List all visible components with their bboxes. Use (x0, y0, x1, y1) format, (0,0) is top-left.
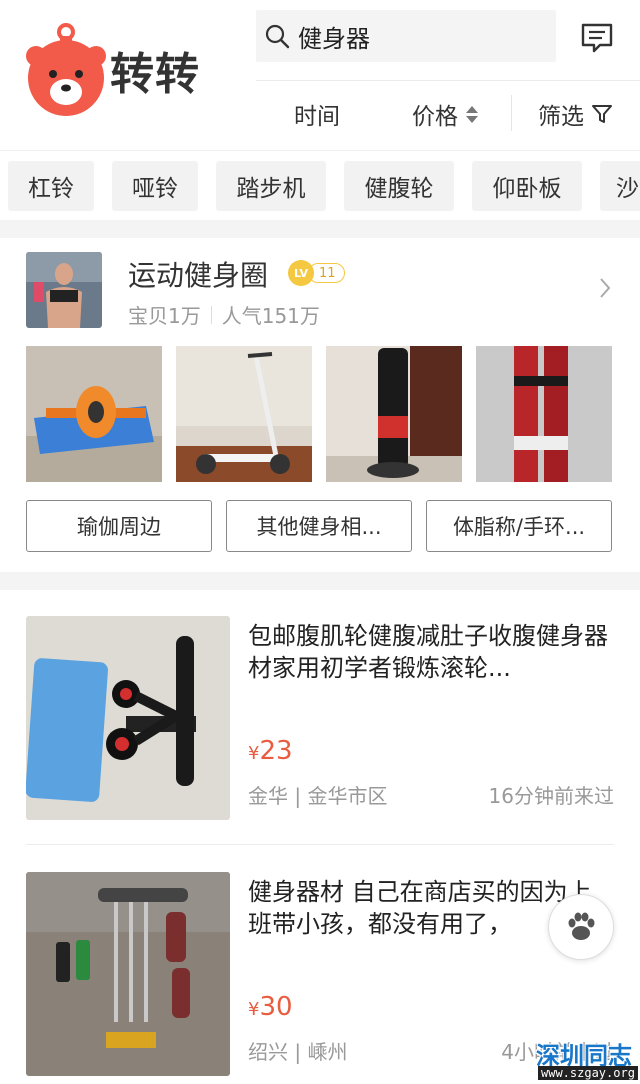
bear-logo-icon (26, 23, 106, 116)
circle-photo-row (26, 346, 614, 482)
chevron-right-icon[interactable] (598, 276, 612, 300)
watermark-url: www.szgay.org (538, 1066, 638, 1080)
filter-label: 筛选 (538, 104, 584, 130)
circle-photo-scooter[interactable] (176, 346, 312, 482)
search-icon (265, 24, 290, 49)
sort-price-button[interactable]: 价格 (412, 97, 478, 131)
header: 转转 健身器 时间 价格 筛选 (0, 0, 640, 150)
sort-divider (511, 95, 512, 131)
product-location: 金华 | 金华市区 (248, 784, 388, 808)
price-value: 23 (259, 736, 293, 766)
circle-name: 运动健身圈 (128, 259, 269, 292)
fitness-circle-card[interactable]: 运动健身圈 LV 11 宝贝1万 人气151万 瑜伽周边 其他健身相... 体脂… (0, 238, 640, 572)
product-image (26, 616, 230, 820)
sort-time-button[interactable]: 时间 (294, 97, 340, 131)
product-price: ¥23 (248, 736, 293, 766)
sort-arrows-icon (466, 105, 478, 123)
currency-symbol: ¥ (248, 743, 260, 764)
message-icon[interactable] (580, 22, 614, 54)
sub-tag-button[interactable]: 其他健身相... (226, 500, 412, 552)
product-item[interactable]: 健身器材 自己在商店买的因为上班带小孩，都没有用了， ¥30 绍兴 | 嵊州 4… (26, 872, 614, 1076)
level-prefix: LV (288, 260, 314, 286)
sort-time-label: 时间 (294, 104, 340, 130)
category-chips: 杠铃 哑铃 踏步机 健腹轮 仰卧板 沙 (0, 150, 640, 220)
level-badge: LV 11 (288, 260, 345, 286)
chip-item[interactable]: 哑铃 (112, 161, 198, 211)
site-watermark: 深圳同志 www.szgay.org (532, 1036, 640, 1084)
search-input[interactable]: 健身器 (298, 19, 538, 54)
filter-icon (592, 105, 612, 123)
circle-photo-ab-wheel[interactable] (26, 346, 162, 482)
circle-popularity: 人气151万 (221, 304, 320, 328)
product-price: ¥30 (248, 992, 293, 1022)
chip-item[interactable]: 沙 (600, 161, 640, 211)
product-list: 包邮腹肌轮健腹减肚子收腹健身器材家用初学者锻炼滚轮... ¥23 金华 | 金华… (0, 590, 640, 1084)
logo-text: 转转 (110, 49, 200, 100)
circle-stats: 宝贝1万 人气151万 (128, 300, 320, 329)
chip-item[interactable]: 健腹轮 (344, 161, 454, 211)
product-last-seen: 16分钟前来过 (488, 784, 614, 808)
price-value: 30 (259, 992, 293, 1022)
product-item[interactable]: 包邮腹肌轮健腹减肚子收腹健身器材家用初学者锻炼滚轮... ¥23 金华 | 金华… (26, 616, 614, 820)
circle-items-count: 宝贝1万 (128, 304, 201, 328)
filter-button[interactable]: 筛选 (538, 97, 614, 131)
product-image (26, 872, 230, 1076)
stat-separator (210, 305, 212, 324)
paw-floating-button[interactable] (548, 894, 614, 960)
sub-tag-button[interactable]: 瑜伽周边 (26, 500, 212, 552)
circle-sub-tags: 瑜伽周边 其他健身相... 体脂称/手环... (26, 500, 614, 554)
chip-item[interactable]: 仰卧板 (472, 161, 582, 211)
circle-photo-punching-bag[interactable] (326, 346, 462, 482)
search-box[interactable]: 健身器 (256, 10, 556, 62)
sub-tag-button[interactable]: 体脂称/手环... (426, 500, 612, 552)
row-divider (26, 844, 614, 845)
circle-photo-bars[interactable] (476, 346, 612, 482)
chip-item[interactable]: 杠铃 (8, 161, 94, 211)
circle-avatar (26, 252, 102, 328)
product-location: 绍兴 | 嵊州 (248, 1040, 348, 1064)
paw-icon (568, 912, 595, 940)
app-logo[interactable]: 转转 (26, 22, 216, 122)
currency-symbol: ¥ (248, 999, 260, 1020)
product-title: 包邮腹肌轮健腹减肚子收腹健身器材家用初学者锻炼滚轮... (248, 622, 608, 682)
sort-price-label: 价格 (412, 104, 458, 130)
sort-bar: 时间 价格 筛选 (256, 80, 640, 146)
chip-item[interactable]: 踏步机 (216, 161, 326, 211)
